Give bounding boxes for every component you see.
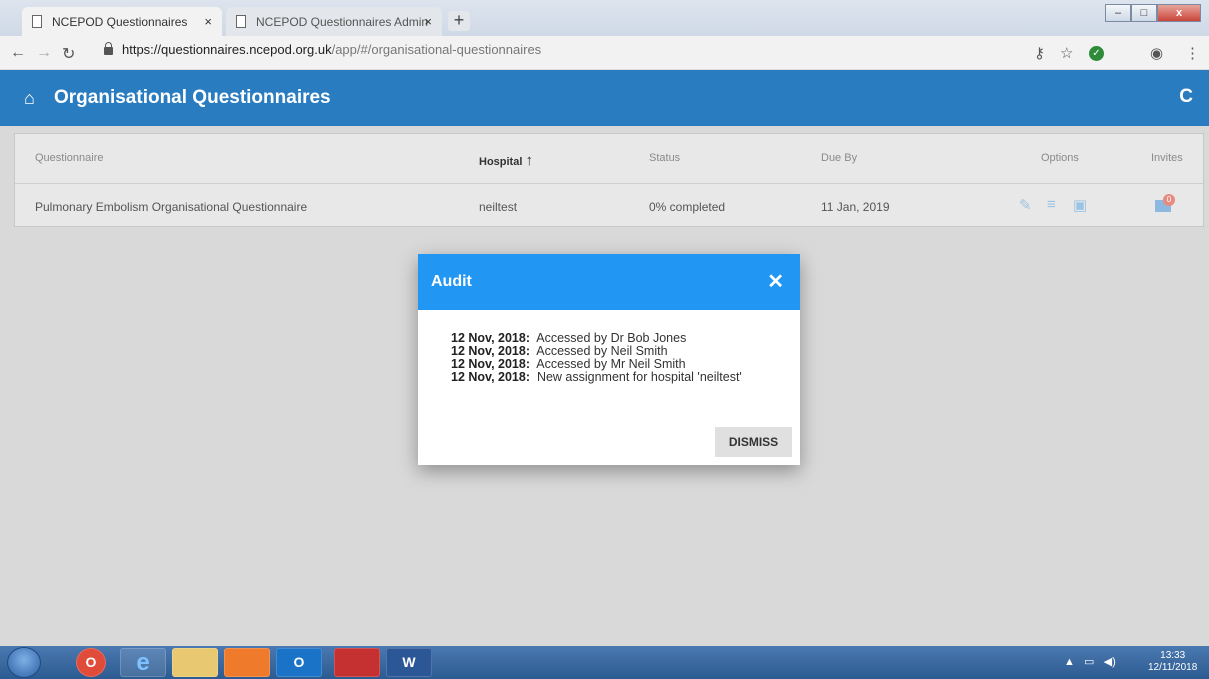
browser-toolbar: ← → ↻ https://questionnaires.ncepod.org.… [0, 36, 1209, 70]
column-header-hospital-label: Hospital [479, 156, 523, 168]
audit-date: 12 Nov, 2018: [451, 357, 530, 371]
audit-dialog: Audit ✕ 12 Nov, 2018: Accessed by Dr Bob… [418, 254, 800, 465]
column-header-options: Options [1041, 152, 1079, 164]
window-controls: – □ x [1105, 4, 1201, 22]
tray-icons[interactable]: ▲ ▭ ◀) [1064, 655, 1116, 668]
address-bar[interactable]: https://questionnaires.ncepod.org.uk/app… [104, 41, 542, 57]
sort-arrow-up-icon: ↑ [525, 152, 533, 169]
audit-entry: 12 Nov, 2018: New assignment for hospita… [451, 371, 742, 384]
cell-questionnaire: Pulmonary Embolism Organisational Questi… [35, 200, 308, 214]
media-player-icon[interactable] [224, 648, 270, 677]
clock[interactable]: 13:33 12/11/2018 [1148, 650, 1197, 674]
close-icon[interactable]: ✕ [767, 269, 784, 294]
acrobat-icon[interactable] [334, 648, 380, 677]
column-header-hospital[interactable]: Hospital ↑ [479, 152, 533, 169]
home-icon[interactable]: ⌂ [24, 88, 35, 109]
column-header-due-by[interactable]: Due By [821, 152, 857, 164]
chrome-icon[interactable]: O [76, 648, 106, 677]
column-header-questionnaire[interactable]: Questionnaire [35, 152, 104, 164]
start-button-icon[interactable] [7, 647, 41, 678]
star-icon[interactable]: ☆ [1060, 44, 1073, 62]
browser-tab-strip: NCEPOD Questionnaires × NCEPOD Questionn… [0, 0, 1209, 36]
url-host: https://questionnaires.ncepod.org.uk [122, 42, 332, 57]
column-header-status[interactable]: Status [649, 152, 680, 164]
cell-status: 0% completed [649, 200, 726, 214]
edit-pencil-icon[interactable]: ✎ [1019, 196, 1032, 214]
url-path: /app/#/organisational-questionnaires [331, 42, 542, 57]
audit-text: New assignment for hospital 'neiltest' [536, 370, 742, 384]
lock-icon [104, 41, 113, 55]
profile-icon[interactable]: ◉ [1150, 44, 1163, 62]
internet-explorer-icon[interactable]: e [120, 648, 166, 677]
dialog-header: Audit ✕ [418, 254, 800, 310]
column-header-invites: Invites [1151, 152, 1183, 164]
forward-icon[interactable]: → [36, 44, 52, 62]
tab-ncepod-questionnaires[interactable]: NCEPOD Questionnaires × [22, 7, 222, 36]
invites-envelope-icon[interactable]: 0 [1155, 194, 1177, 212]
close-window-button[interactable]: x [1157, 4, 1201, 22]
tab-close-icon[interactable]: × [424, 14, 432, 29]
clock-time: 13:33 [1160, 650, 1186, 661]
word-icon[interactable]: W [386, 648, 432, 677]
file-explorer-icon[interactable] [172, 648, 218, 677]
questionnaire-table: Questionnaire Hospital ↑ Status Due By O… [14, 133, 1204, 227]
invite-count-badge: 0 [1163, 194, 1175, 206]
key-icon[interactable]: ⚷ [1034, 44, 1045, 62]
copy-icon[interactable]: ▣ [1073, 196, 1087, 214]
audit-date: 12 Nov, 2018: [451, 344, 530, 358]
page-icon [32, 15, 42, 28]
page-icon [236, 15, 246, 28]
tab-title: NCEPOD Questionnaires [52, 14, 188, 29]
audit-list: 12 Nov, 2018: Accessed by Dr Bob Jones 1… [451, 332, 742, 384]
dismiss-button[interactable]: DISMISS [715, 427, 792, 457]
reload-icon[interactable]: ↻ [62, 44, 75, 64]
dialog-title: Audit [431, 273, 472, 290]
maximize-button[interactable]: □ [1131, 4, 1157, 22]
minimize-button[interactable]: – [1105, 4, 1131, 22]
outlook-icon[interactable]: O [276, 648, 322, 677]
divider [15, 183, 1203, 184]
tab-ncepod-admin[interactable]: NCEPOD Questionnaires Admin × [226, 7, 442, 36]
tab-close-icon[interactable]: × [204, 14, 212, 29]
menu-icon[interactable]: ⋮ [1185, 44, 1200, 62]
app-header: ⌂ Organisational Questionnaires C [0, 70, 1209, 126]
page-title: Organisational Questionnaires [54, 87, 331, 108]
cell-due-by: 11 Jan, 2019 [821, 200, 890, 214]
taskbar: O e O W ▲ ▭ ◀) 13:33 12/11/2018 [0, 646, 1209, 679]
back-icon[interactable]: ← [10, 44, 26, 62]
list-icon[interactable]: ≡ [1047, 196, 1056, 213]
audit-date: 12 Nov, 2018: [451, 331, 530, 345]
extension-check-icon[interactable]: ✓ [1089, 46, 1104, 61]
tab-title: NCEPOD Questionnaires Admin [256, 14, 429, 29]
audit-text: Accessed by Dr Bob Jones [536, 331, 687, 345]
clock-date: 12/11/2018 [1148, 662, 1198, 673]
new-tab-button[interactable]: + [448, 11, 470, 31]
cell-hospital: neiltest [479, 200, 518, 214]
audit-date: 12 Nov, 2018: [451, 370, 530, 384]
audit-text: Accessed by Mr Neil Smith [536, 357, 686, 371]
refresh-icon[interactable]: C [1179, 86, 1193, 108]
audit-text: Accessed by Neil Smith [536, 344, 668, 358]
